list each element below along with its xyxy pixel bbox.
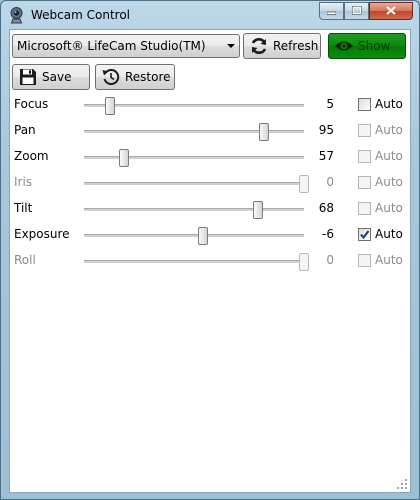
save-label: Save xyxy=(42,70,72,84)
restore-label: Restore xyxy=(125,70,171,84)
device-select-value: Microsoft® LifeCam Studio(TM) xyxy=(17,39,206,53)
zoom-auto-checkbox xyxy=(358,150,371,163)
property-label-roll: Roll xyxy=(14,253,36,267)
maximize-icon xyxy=(351,4,362,18)
pan-auto-checkbox xyxy=(358,124,371,137)
property-label-zoom: Zoom xyxy=(14,149,49,163)
zoom-auto-label: Auto xyxy=(375,149,403,163)
exposure-slider[interactable] xyxy=(84,227,304,245)
show-label: Show xyxy=(358,39,391,53)
property-row-pan: Pan 95 Auto xyxy=(10,120,410,142)
property-label-exposure: Exposure xyxy=(14,227,70,241)
refresh-button[interactable]: Refresh xyxy=(243,33,321,59)
iris-value: 0 xyxy=(326,175,334,189)
iris-auto-label: Auto xyxy=(375,175,403,189)
iris-auto-checkbox xyxy=(358,176,371,189)
refresh-label: Refresh xyxy=(273,39,319,53)
property-label-pan: Pan xyxy=(14,123,36,137)
property-label-iris: Iris xyxy=(14,175,33,189)
resize-grip-icon[interactable] xyxy=(396,478,408,490)
maximize-button[interactable] xyxy=(344,2,369,20)
title-bar[interactable]: Webcam Control xyxy=(1,1,419,29)
pan-slider-thumb[interactable] xyxy=(259,123,269,141)
minimize-button[interactable] xyxy=(319,2,344,20)
property-row-zoom: Zoom 57 Auto xyxy=(10,146,410,168)
client-area: Microsoft® LifeCam Studio(TM) Refresh Sh… xyxy=(9,29,411,493)
property-row-iris: Iris 0 Auto xyxy=(10,172,410,194)
zoom-slider[interactable] xyxy=(84,149,304,167)
device-select[interactable]: Microsoft® LifeCam Studio(TM) xyxy=(12,34,240,58)
focus-slider[interactable] xyxy=(84,97,304,115)
property-label-focus: Focus xyxy=(14,97,49,111)
chevron-down-icon xyxy=(227,44,235,48)
exposure-slider-thumb[interactable] xyxy=(198,227,208,245)
refresh-icon xyxy=(249,36,269,56)
roll-value: 0 xyxy=(326,253,334,267)
roll-auto-label: Auto xyxy=(375,253,403,267)
minimize-icon xyxy=(326,4,337,18)
restore-icon xyxy=(101,67,121,87)
tilt-auto-label: Auto xyxy=(375,201,403,215)
iris-slider-thumb xyxy=(299,175,309,193)
floppy-disk-icon xyxy=(18,67,38,87)
zoom-value: 57 xyxy=(318,149,334,163)
focus-auto-label: Auto xyxy=(375,97,403,111)
tilt-slider-thumb[interactable] xyxy=(253,201,263,219)
property-row-roll: Roll 0 Auto xyxy=(10,250,410,272)
tilt-value: 68 xyxy=(318,201,334,215)
exposure-auto-checkbox[interactable] xyxy=(358,228,371,241)
roll-auto-checkbox xyxy=(358,254,371,267)
window-title: Webcam Control xyxy=(31,8,130,22)
pan-auto-label: Auto xyxy=(375,123,403,137)
focus-slider-thumb[interactable] xyxy=(105,97,115,115)
property-row-focus: Focus 5 Auto xyxy=(10,94,410,116)
webcam-icon xyxy=(9,7,24,24)
roll-slider-thumb xyxy=(299,253,309,271)
eye-icon xyxy=(334,36,354,56)
focus-value: 5 xyxy=(326,97,334,111)
tilt-auto-checkbox xyxy=(358,202,371,215)
exposure-auto-label: Auto xyxy=(375,227,403,241)
focus-auto-checkbox[interactable] xyxy=(358,98,371,111)
pan-slider[interactable] xyxy=(84,123,304,141)
property-label-tilt: Tilt xyxy=(14,201,33,215)
close-button[interactable] xyxy=(369,2,413,20)
roll-slider xyxy=(84,253,309,271)
iris-slider xyxy=(84,175,309,193)
tilt-slider[interactable] xyxy=(84,201,304,219)
restore-button[interactable]: Restore xyxy=(95,64,175,90)
exposure-value: -6 xyxy=(322,227,334,241)
save-button[interactable]: Save xyxy=(12,64,90,90)
pan-value: 95 xyxy=(318,123,334,137)
property-row-tilt: Tilt 68 Auto xyxy=(10,198,410,220)
zoom-slider-thumb[interactable] xyxy=(119,149,129,167)
close-icon xyxy=(386,4,396,18)
show-button[interactable]: Show xyxy=(328,33,406,59)
webcam-control-window: Webcam Control Microsoft® LifeCam Studio… xyxy=(0,0,420,500)
property-row-exposure: Exposure -6 Auto xyxy=(10,224,410,246)
